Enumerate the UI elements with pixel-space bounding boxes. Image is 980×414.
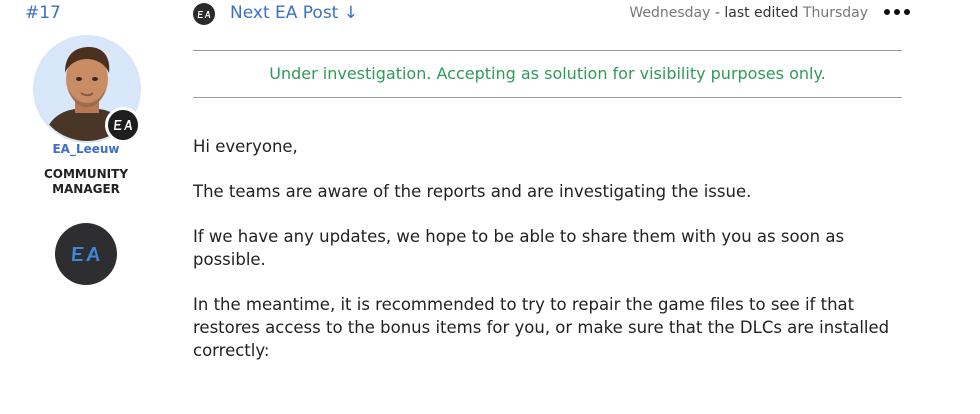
post-timestamps: Wednesday - last edited Thursday bbox=[629, 5, 868, 21]
edited-label: last edited bbox=[724, 5, 799, 21]
post-paragraph: Hi everyone, bbox=[193, 137, 298, 156]
posted-date: Wednesday bbox=[629, 5, 711, 21]
post-paragraph: In the meantime, it is recommended to tr… bbox=[193, 295, 890, 360]
post-paragraph: If we have any updates, we hope to be ab… bbox=[193, 227, 845, 269]
more-options-icon[interactable] bbox=[884, 9, 910, 15]
forum-post: #17 EA_Leeuw COMMUNITY MANAGER Next EA P… bbox=[0, 0, 980, 414]
edited-date: Thursday bbox=[802, 5, 868, 21]
author-rank-line2: MANAGER bbox=[52, 182, 120, 196]
ea-logo-icon bbox=[193, 3, 215, 25]
post-paragraph: The teams are aware of the reports and a… bbox=[193, 182, 752, 201]
ea-badge-icon bbox=[105, 107, 141, 143]
next-ea-post-link[interactable]: Next EA Post ↓ bbox=[230, 3, 358, 23]
author-name[interactable]: EA_Leeuw bbox=[30, 142, 142, 156]
post-number[interactable]: #17 bbox=[25, 3, 61, 23]
ea-rank-icon bbox=[55, 223, 117, 285]
status-banner: Under investigation. Accepting as soluti… bbox=[269, 64, 826, 83]
author-rank: COMMUNITY MANAGER bbox=[30, 167, 142, 197]
status-divider-bottom bbox=[193, 97, 902, 98]
author-rank-line1: COMMUNITY bbox=[43, 167, 129, 181]
post-body: Hi everyone, The teams are aware of the … bbox=[193, 135, 913, 384]
status-divider-top bbox=[193, 50, 902, 51]
timestamp-separator: - bbox=[714, 5, 720, 21]
author-avatar-container[interactable] bbox=[35, 37, 143, 145]
